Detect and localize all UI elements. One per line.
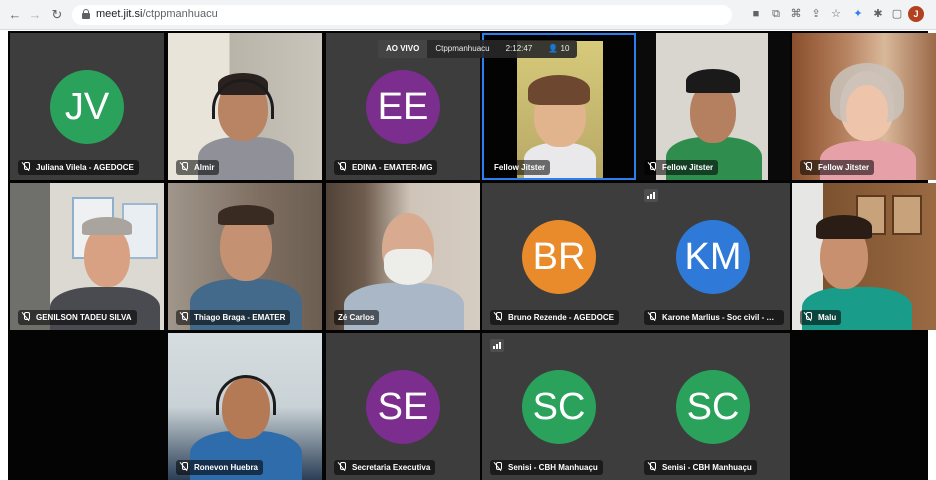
participant-avatar: JV (50, 70, 124, 144)
participant-tile[interactable]: Malu (792, 183, 936, 330)
room-name: Ctppmanhuacu (435, 44, 490, 53)
participant-name: Fellow Jitster (644, 160, 719, 175)
profile-avatar[interactable]: J (908, 6, 924, 22)
participant-tile[interactable]: Fellow Jitster (792, 33, 936, 180)
url-text: meet.jit.si/ctppmanhuacu (96, 8, 218, 20)
meeting-timer: 2:12:47 (505, 44, 533, 53)
participant-tile[interactable]: JV Juliana Vilela - AGEDOCE (10, 33, 164, 180)
browser-toolbar: ← → ↻ meet.jit.si/ctppmanhuacu ■ ⧉ ⌘ ⇪ ☆… (0, 0, 936, 30)
mic-muted-icon (648, 462, 656, 471)
mic-muted-icon (648, 312, 656, 321)
participant-name: Secretaria Executiva (334, 460, 436, 475)
participant-avatar: SC (522, 370, 596, 444)
mic-muted-icon (648, 162, 656, 171)
empty-tile (10, 333, 164, 480)
participant-name: Senisi - CBH Manhuaçu (644, 460, 757, 475)
side-panel-icon[interactable]: ▢ (889, 6, 905, 22)
participant-tile[interactable]: GENILSON TADEU SILVA (10, 183, 164, 330)
live-badge: AO VIVO (378, 40, 428, 58)
connection-indicator-icon[interactable] (490, 339, 504, 352)
participant-tile[interactable]: SC Senisi - CBH Manhuaçu (482, 333, 636, 480)
extension-icon[interactable]: ✦ (850, 6, 866, 22)
participant-tile[interactable]: Fellow Jitster (636, 33, 790, 180)
mic-muted-icon (494, 312, 502, 321)
participant-tile[interactable]: SE Secretaria Executiva (326, 333, 480, 480)
participant-name: Senisi - CBH Manhuaçu (490, 460, 603, 475)
video-feed (10, 183, 50, 330)
address-bar[interactable]: meet.jit.si/ctppmanhuacu (72, 5, 732, 25)
participant-tile[interactable]: Ronevon Huebra (168, 333, 322, 480)
mic-muted-icon (804, 312, 812, 321)
participant-name: Bruno Rezende - AGEDOCE (490, 310, 619, 325)
participant-name: Zé Carlos (334, 310, 380, 325)
mic-muted-icon (180, 162, 188, 171)
meeting-stage: ❦jitsi JV Juliana Vilela - AGEDOCE Almir… (8, 31, 936, 480)
participant-name: Juliana Vilela - AGEDOCE (18, 160, 139, 175)
puzzle-icon[interactable]: ✱ (870, 6, 886, 22)
participant-name: Ronevon Huebra (176, 460, 264, 475)
participant-tile[interactable]: Almir (168, 33, 322, 180)
forward-arrow-icon[interactable]: → (26, 6, 44, 24)
mic-muted-icon (338, 162, 346, 171)
conference-info-bar: AO VIVO Ctppmanhuacu 2:12:47 👤 10 (378, 40, 578, 58)
participant-name: EDINA - EMATER-MG (334, 160, 438, 175)
camera-icon[interactable]: ■ (748, 6, 764, 22)
mic-muted-icon (494, 462, 502, 471)
mic-muted-icon (22, 162, 30, 171)
back-arrow-icon[interactable]: ← (6, 6, 24, 24)
mic-muted-icon (804, 162, 812, 171)
connection-indicator-icon[interactable] (644, 189, 658, 202)
mic-muted-icon (180, 462, 188, 471)
participant-counter[interactable]: 👤 10 (540, 40, 577, 58)
people-icon: 👤 (548, 44, 559, 53)
bookmark-star-icon[interactable]: ☆ (828, 6, 844, 22)
participant-tile[interactable]: Thiago Braga - EMATER (168, 183, 322, 330)
participant-avatar: KM (676, 220, 750, 294)
participant-name: Almir (176, 160, 220, 175)
participant-avatar: BR (522, 220, 596, 294)
participant-name: Karone Marlius - Soc civil - Associação (644, 310, 784, 325)
reload-icon[interactable]: ↻ (48, 6, 66, 24)
participant-name: Thiago Braga - EMATER (176, 310, 291, 325)
mic-muted-icon (22, 312, 30, 321)
participant-avatar: EE (366, 70, 440, 144)
participant-name: Fellow Jitster (800, 160, 875, 175)
participant-tile[interactable]: BR Bruno Rezende - AGEDOCE (482, 183, 636, 330)
participant-tile[interactable]: Zé Carlos (326, 183, 480, 330)
translate-icon[interactable]: ⌘ (788, 6, 804, 22)
share-icon[interactable]: ⇪ (808, 6, 824, 22)
participant-avatar: SC (676, 370, 750, 444)
open-external-icon[interactable]: ⧉ (768, 6, 784, 22)
participant-tile[interactable]: KM Karone Marlius - Soc civil - Associaç… (636, 183, 790, 330)
participant-name: Malu (800, 310, 842, 325)
participant-tile[interactable]: SC Senisi - CBH Manhuaçu (636, 333, 790, 480)
mic-muted-icon (180, 312, 188, 321)
mic-muted-icon (338, 462, 346, 471)
empty-tile (792, 333, 936, 480)
lock-icon (82, 9, 90, 19)
participant-name: GENILSON TADEU SILVA (18, 310, 137, 325)
participant-avatar: SE (366, 370, 440, 444)
